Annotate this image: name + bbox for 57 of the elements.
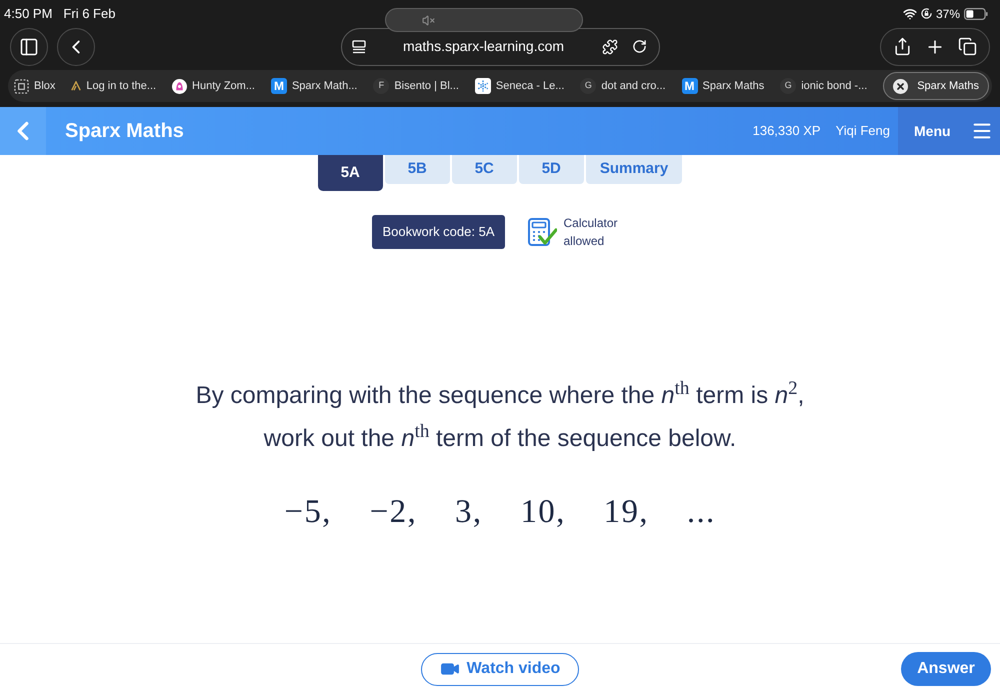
browser-tab[interactable]: M Sparx Maths [682,72,764,100]
menu-button[interactable]: Menu [898,107,1000,155]
sequence-term: 3, [455,493,482,532]
lambda-icon [71,81,82,91]
snowflake-tile-icon [474,78,491,94]
question-tab[interactable]: Summary [586,155,682,184]
browser-tab[interactable]: G dot and cro... [580,72,666,100]
app-title: Sparx Maths [65,119,184,144]
browser-tab[interactable]: M Sparx Math... [270,72,358,100]
url-text: maths.sparx-learning.com [402,37,566,56]
browser-tab[interactable]: Sparx Maths [883,72,989,100]
browser-tab[interactable]: G ionic bond -... [780,72,868,100]
favicon-letter: G [580,78,596,94]
user-name: Yiqi Feng [836,122,890,140]
muted-speaker-icon [422,14,435,26]
question-tab[interactable]: 5A [318,155,383,191]
bookwork-code-badge: Bookwork code: 5A [372,215,504,249]
answer-button[interactable]: Answer [901,652,991,686]
browser-tab[interactable]: Hunty Zom... [172,72,255,100]
question-text: By comparing with the sequence where the n$^{th}$ term is n$^{2}$, work out the n$^{th}$ term of the sequence below. [194,376,806,454]
page-menu-icon[interactable] [352,40,366,54]
reload-icon[interactable] [632,39,646,54]
browser-tab[interactable]: Blox [14,72,56,100]
tabs-icon[interactable] [958,37,977,56]
sidebar-icon [19,36,39,56]
browser-tab[interactable]: Log in to the... [71,72,156,100]
puzzle-icon[interactable] [602,38,618,54]
share-icon[interactable] [893,37,912,56]
dotted-square-icon [14,78,29,94]
favicon-letter: G [780,78,796,94]
battery-icon [964,8,988,20]
browser-tab[interactable]: F Bisento | Bl... [373,72,459,100]
battery-percentage: 37% [936,6,960,22]
browser-tab[interactable]: Seneca - Le... [474,72,564,100]
sequence-term: ... [686,493,716,532]
status-time: 4:50 PM [4,4,52,23]
favicon-letter: F [373,78,390,94]
sequence-term: 19, [604,493,649,532]
favicon-letter: M [682,78,698,94]
round-logo-icon [172,78,188,94]
question-tab[interactable]: 5C [452,155,517,184]
sequence-term: −5, [284,493,332,532]
question-tab[interactable]: 5B [384,155,450,184]
rotation-lock-icon [920,8,932,19]
watch-video-button[interactable]: Watch video [420,652,579,686]
xp-count: 136,330 XP [752,122,821,140]
back-button[interactable] [57,28,95,66]
calculator-status: Calculator allowed [564,215,619,250]
sequence-term: 10, [520,493,566,532]
sequence-term: −2, [370,493,418,532]
question-tab[interactable]: 5D [518,155,584,184]
status-date: Fri 6 Feb [63,4,116,23]
sidebar-button[interactable] [10,28,48,66]
favicon-letter: M [270,78,287,94]
close-icon[interactable] [893,78,908,94]
wifi-icon [902,6,917,20]
address-bar[interactable]: maths.sparx-learning.com [340,28,660,66]
